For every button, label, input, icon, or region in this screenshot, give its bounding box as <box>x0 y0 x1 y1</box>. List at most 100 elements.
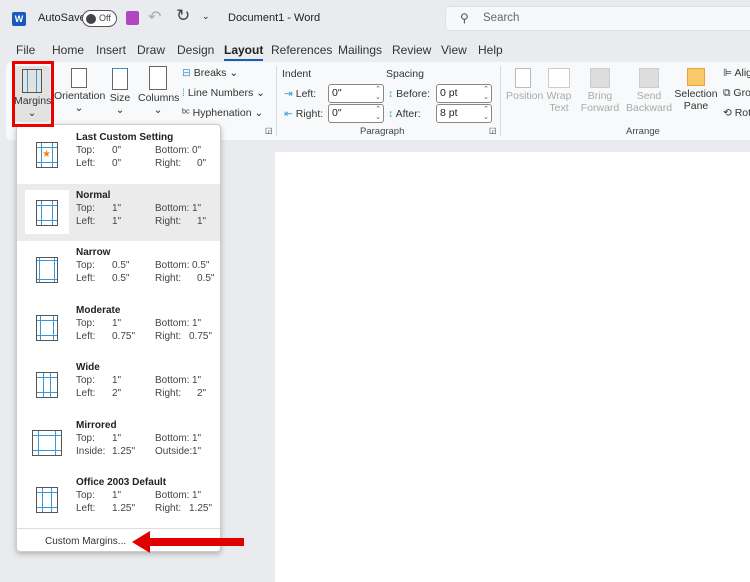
ribbon-tabs: File Home Insert Draw Design Layout References… <box>0 38 750 62</box>
margin-preview-icon <box>25 247 69 291</box>
tab-design[interactable]: Design <box>177 43 214 57</box>
top-value: 1" <box>112 202 122 214</box>
left-value: 1.25" <box>112 445 136 457</box>
position-button[interactable]: Position <box>506 68 543 102</box>
selection-pane-label: Selection Pane <box>674 88 718 112</box>
wrap-text-button[interactable]: Wrap Text <box>544 68 574 114</box>
paragraph-launcher-icon[interactable]: ◲ <box>489 126 497 135</box>
tab-home[interactable]: Home <box>52 43 84 57</box>
top-label: Top: <box>76 145 95 156</box>
tab-review[interactable]: Review <box>392 43 431 57</box>
margin-option-office-2003-default[interactable]: Office 2003 Default Top: 1" Bottom: 1" L… <box>17 471 220 528</box>
autosave-toggle[interactable]: Off <box>82 10 117 27</box>
columns-button[interactable]: Columns ⌄ <box>138 66 179 116</box>
tab-references[interactable]: References <box>271 43 332 57</box>
search-box[interactable]: ⚲ Search <box>445 6 750 31</box>
margin-option-narrow[interactable]: Narrow Top: 0.5" Bottom: 0.5" Left: 0.5"… <box>17 241 220 298</box>
align-button[interactable]: ⊫ Alig <box>723 67 750 79</box>
rotate-button[interactable]: ⟲ Rot <box>723 107 750 119</box>
margin-preview-icon <box>25 305 69 349</box>
tab-file[interactable]: File <box>16 43 35 57</box>
breaks-button[interactable]: ⊟ Breaks ⌄ <box>182 67 238 79</box>
spacing-before-label: ↕ Before: <box>388 88 431 100</box>
bottom-label: Bottom: <box>155 202 190 214</box>
line-numbers-icon: ⁞ <box>182 87 185 99</box>
bottom-label: Bottom: <box>155 375 190 386</box>
autosave-state: Off <box>99 13 111 23</box>
save-icon[interactable] <box>126 11 139 25</box>
bottom-label: Bottom: <box>155 432 190 444</box>
paragraph-group-label: Paragraph <box>360 126 405 137</box>
page-setup-launcher-icon[interactable]: ◲ <box>265 126 273 135</box>
group-button[interactable]: ⧉ Gro <box>723 87 750 100</box>
size-icon <box>112 68 128 90</box>
right-value: 0.75" <box>189 330 213 342</box>
right-label: Right: <box>155 215 182 227</box>
bottom-value: 0.5" <box>192 260 210 271</box>
margin-option-title: Last Custom Setting <box>76 132 174 143</box>
annotation-arrow <box>132 531 244 553</box>
document-title: Document1 - Word <box>228 12 321 24</box>
columns-icon <box>149 66 167 90</box>
word-icon: W <box>12 12 26 26</box>
size-button[interactable]: Size ⌄ <box>107 68 133 116</box>
indent-left-input[interactable]: 0" <box>328 84 384 103</box>
custom-margins-item[interactable]: Custom Margins... <box>45 536 126 547</box>
send-backward-button[interactable]: Send Backward <box>626 68 672 114</box>
tab-mailings[interactable]: Mailings <box>338 43 382 57</box>
spacing-after-input[interactable]: 8 pt <box>436 104 492 123</box>
right-label: Right: <box>155 158 182 169</box>
left-label: Left: <box>76 503 96 514</box>
search-placeholder: Search <box>483 12 520 24</box>
top-value: 0.5" <box>112 260 130 271</box>
breaks-icon: ⊟ <box>182 67 191 79</box>
tab-layout[interactable]: Layout <box>224 43 264 61</box>
position-icon <box>515 68 531 88</box>
indent-right-label: ⇤ Right: <box>284 108 324 120</box>
left-value: 2" <box>112 388 122 399</box>
margin-option-moderate[interactable]: Moderate Top: 1" Bottom: 1" Left: 0.75" … <box>17 299 220 356</box>
top-value: 0" <box>112 145 122 156</box>
bring-forward-icon <box>590 68 610 88</box>
undo-icon[interactable]: ↶ <box>148 7 161 27</box>
tab-help[interactable]: Help <box>478 43 503 57</box>
bottom-label: Bottom: <box>155 260 190 271</box>
bring-forward-label: Bring Forward <box>580 90 620 114</box>
top-value: 1" <box>112 375 122 386</box>
top-value: 1" <box>112 432 122 444</box>
search-icon: ⚲ <box>460 11 469 25</box>
margin-option-title: Moderate <box>76 304 121 316</box>
left-value: 1.25" <box>112 503 136 514</box>
margin-option-title: Narrow <box>76 247 111 258</box>
selection-pane-button[interactable]: Selection Pane <box>674 68 718 112</box>
document-page[interactable] <box>275 152 750 582</box>
hyphenation-button[interactable]: ᵇᶜ Hyphenation ⌄ <box>182 107 263 119</box>
tab-draw[interactable]: Draw <box>137 43 165 57</box>
redo-icon[interactable]: ↻ <box>176 6 190 26</box>
right-label: Outside: <box>155 445 193 457</box>
tab-view[interactable]: View <box>441 43 467 57</box>
bring-forward-button[interactable]: Bring Forward <box>578 68 622 114</box>
margin-option-normal[interactable]: Normal Top: 1" Bottom: 1" Left: 1" Right… <box>17 183 220 241</box>
hyphenation-icon: ᵇᶜ <box>182 107 190 119</box>
tab-insert[interactable]: Insert <box>96 43 126 57</box>
margin-option-title: Wide <box>76 362 100 373</box>
margin-option-last-custom-setting[interactable]: ★ Last Custom Setting Top: 0" Bottom: 0"… <box>17 126 220 183</box>
right-value: 1" <box>192 445 202 457</box>
left-label: Inside: <box>76 445 106 457</box>
spacing-before-input[interactable]: 0 pt <box>436 84 492 103</box>
line-numbers-button[interactable]: ⁞ Line Numbers ⌄ <box>182 87 265 99</box>
bottom-value: 0" <box>192 145 202 156</box>
customize-toolbar-icon[interactable]: ⌄ <box>202 11 210 22</box>
margin-option-title: Office 2003 Default <box>76 477 167 488</box>
bottom-value: 1" <box>192 375 202 386</box>
indent-right-input[interactable]: 0" <box>328 104 384 123</box>
top-label: Top: <box>76 317 95 329</box>
right-value: 2" <box>197 388 207 399</box>
margin-preview-icon <box>25 189 69 234</box>
margin-option-mirrored[interactable]: Mirrored Top: 1" Bottom: 1" Inside: 1.25… <box>17 414 220 471</box>
top-value: 1" <box>112 490 122 501</box>
orientation-button[interactable]: Orientation ⌄ <box>54 68 105 114</box>
margin-option-wide[interactable]: Wide Top: 1" Bottom: 1" Left: 2" Right: … <box>17 356 220 413</box>
autosave-label: AutoSave <box>38 12 86 24</box>
